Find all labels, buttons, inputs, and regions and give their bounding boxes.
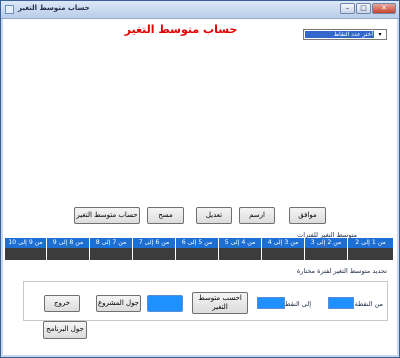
- app-window: حساب متوسط التغير – □ ✕ حساب متوسط التغي…: [0, 0, 400, 358]
- period-header: من 7 إلى 8: [90, 238, 133, 248]
- period-header: من 8 إلى 9: [47, 238, 90, 248]
- to-point-input[interactable]: [257, 297, 285, 309]
- period-value: [305, 248, 348, 260]
- period-header: من 3 إلى 4: [262, 238, 305, 248]
- minimize-button[interactable]: –: [340, 3, 355, 14]
- points-count-value: أختر عدد النقاط: [305, 31, 374, 38]
- period-value: [90, 248, 133, 260]
- period-header: من 4 إلى 5: [219, 238, 262, 248]
- window-title: حساب متوسط التغير: [18, 4, 90, 12]
- period-value: [5, 248, 47, 260]
- period-value: [219, 248, 262, 260]
- clear-button[interactable]: مسح: [147, 207, 184, 224]
- period-header: من 6 إلى 7: [133, 238, 176, 248]
- close-button[interactable]: ✕: [372, 3, 396, 14]
- page-title: حساب متوسط التغير: [124, 23, 238, 36]
- period-header: من 2 إلى 3: [305, 238, 348, 248]
- period-header: من 1 إلى 2: [348, 238, 394, 248]
- period-header: من 5 إلى 6: [176, 238, 219, 248]
- exit-button[interactable]: خروج: [44, 295, 80, 312]
- period-value: [47, 248, 90, 260]
- compute-average-button[interactable]: حساب متوسط التغير: [74, 207, 140, 224]
- title-bar[interactable]: حساب متوسط التغير – □ ✕: [1, 1, 399, 19]
- client-area: حساب متوسط التغير أختر عدد النقاط ▾ مواف…: [3, 19, 397, 355]
- compute-period-average-button[interactable]: احسب متوسط التغير: [192, 292, 248, 314]
- period-value: [133, 248, 176, 260]
- period-value: [262, 248, 305, 260]
- program-table-button[interactable]: جول البرنامج: [43, 321, 87, 339]
- selected-period-title: تحديد متوسط التغير لفترة مختارة: [296, 267, 387, 275]
- result-field: [147, 295, 183, 312]
- chevron-down-icon[interactable]: ▾: [375, 30, 385, 39]
- period-header: من 9 إلى 10: [5, 238, 47, 248]
- project-table-button[interactable]: جول المشروع: [96, 295, 141, 312]
- from-point-input[interactable]: [328, 297, 354, 309]
- points-count-select[interactable]: أختر عدد النقاط ▾: [303, 29, 387, 40]
- ok-button[interactable]: موافق: [289, 207, 326, 224]
- edit-button[interactable]: تعديل: [196, 207, 232, 224]
- maximize-button[interactable]: □: [356, 3, 371, 14]
- to-point-label: إلى النقطة: [281, 300, 311, 308]
- from-point-label: من النقطة: [354, 300, 383, 308]
- period-value: [348, 248, 394, 260]
- period-value: [176, 248, 219, 260]
- app-icon: [5, 5, 14, 14]
- draw-button[interactable]: ارسم: [239, 207, 275, 224]
